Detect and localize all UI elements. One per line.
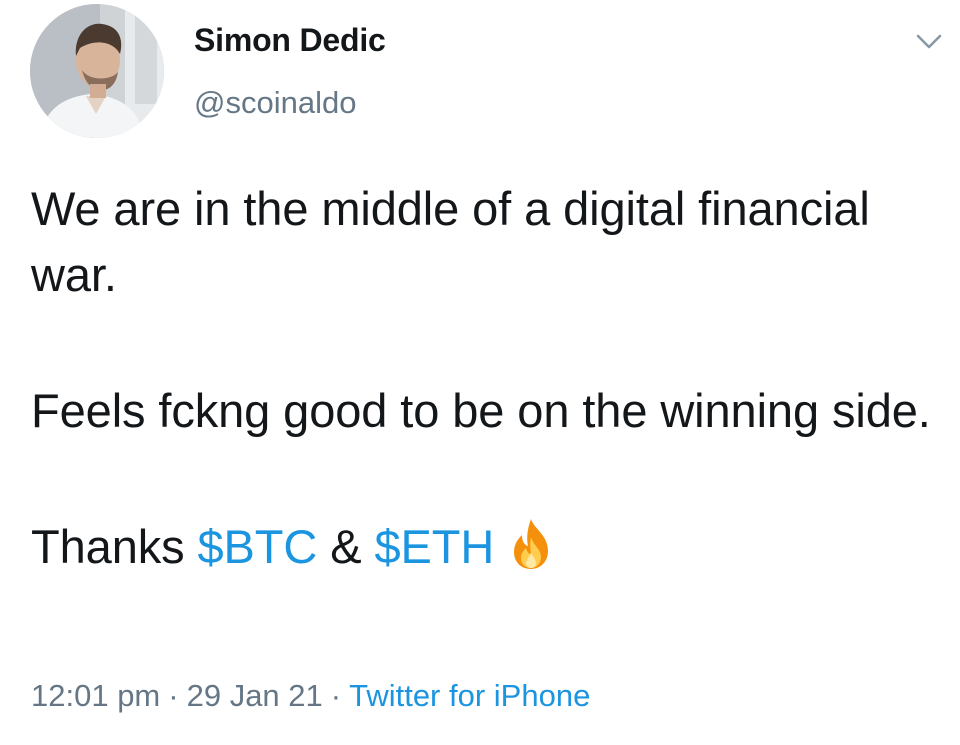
meta-separator: ·	[330, 678, 342, 713]
ampersand-text: &	[330, 520, 362, 573]
avatar-photo	[30, 4, 164, 138]
thanks-text: Thanks	[31, 520, 185, 573]
tweet-card: Simon Dedic @scoinaldo We are in the mid…	[0, 0, 960, 745]
tweet-thanks-line: Thanks $BTC & $ETH	[31, 514, 931, 580]
meta-separator: ·	[168, 678, 179, 713]
cashtag-eth-link[interactable]: $ETH	[374, 520, 494, 573]
chevron-down-icon[interactable]	[914, 26, 944, 56]
cashtag-btc-link[interactable]: $BTC	[198, 520, 318, 573]
tweet-date[interactable]: 29 Jan 21	[187, 678, 323, 713]
author-name[interactable]: Simon Dedic	[194, 22, 386, 59]
tweet-meta: 12:01 pm · 29 Jan 21 · Twitter for iPhone	[31, 678, 590, 714]
tweet-time[interactable]: 12:01 pm	[31, 678, 160, 713]
avatar[interactable]	[30, 4, 164, 138]
tweet-source-link[interactable]: Twitter for iPhone	[349, 678, 590, 713]
tweet-paragraph: We are in the middle of a digital financ…	[31, 182, 870, 301]
author-handle[interactable]: @scoinaldo	[194, 85, 356, 121]
tweet-text: We are in the middle of a digital financ…	[31, 176, 931, 580]
tweet-paragraph: Feels fckng good to be on the winning si…	[31, 384, 931, 437]
fire-emoji-icon	[508, 517, 554, 571]
